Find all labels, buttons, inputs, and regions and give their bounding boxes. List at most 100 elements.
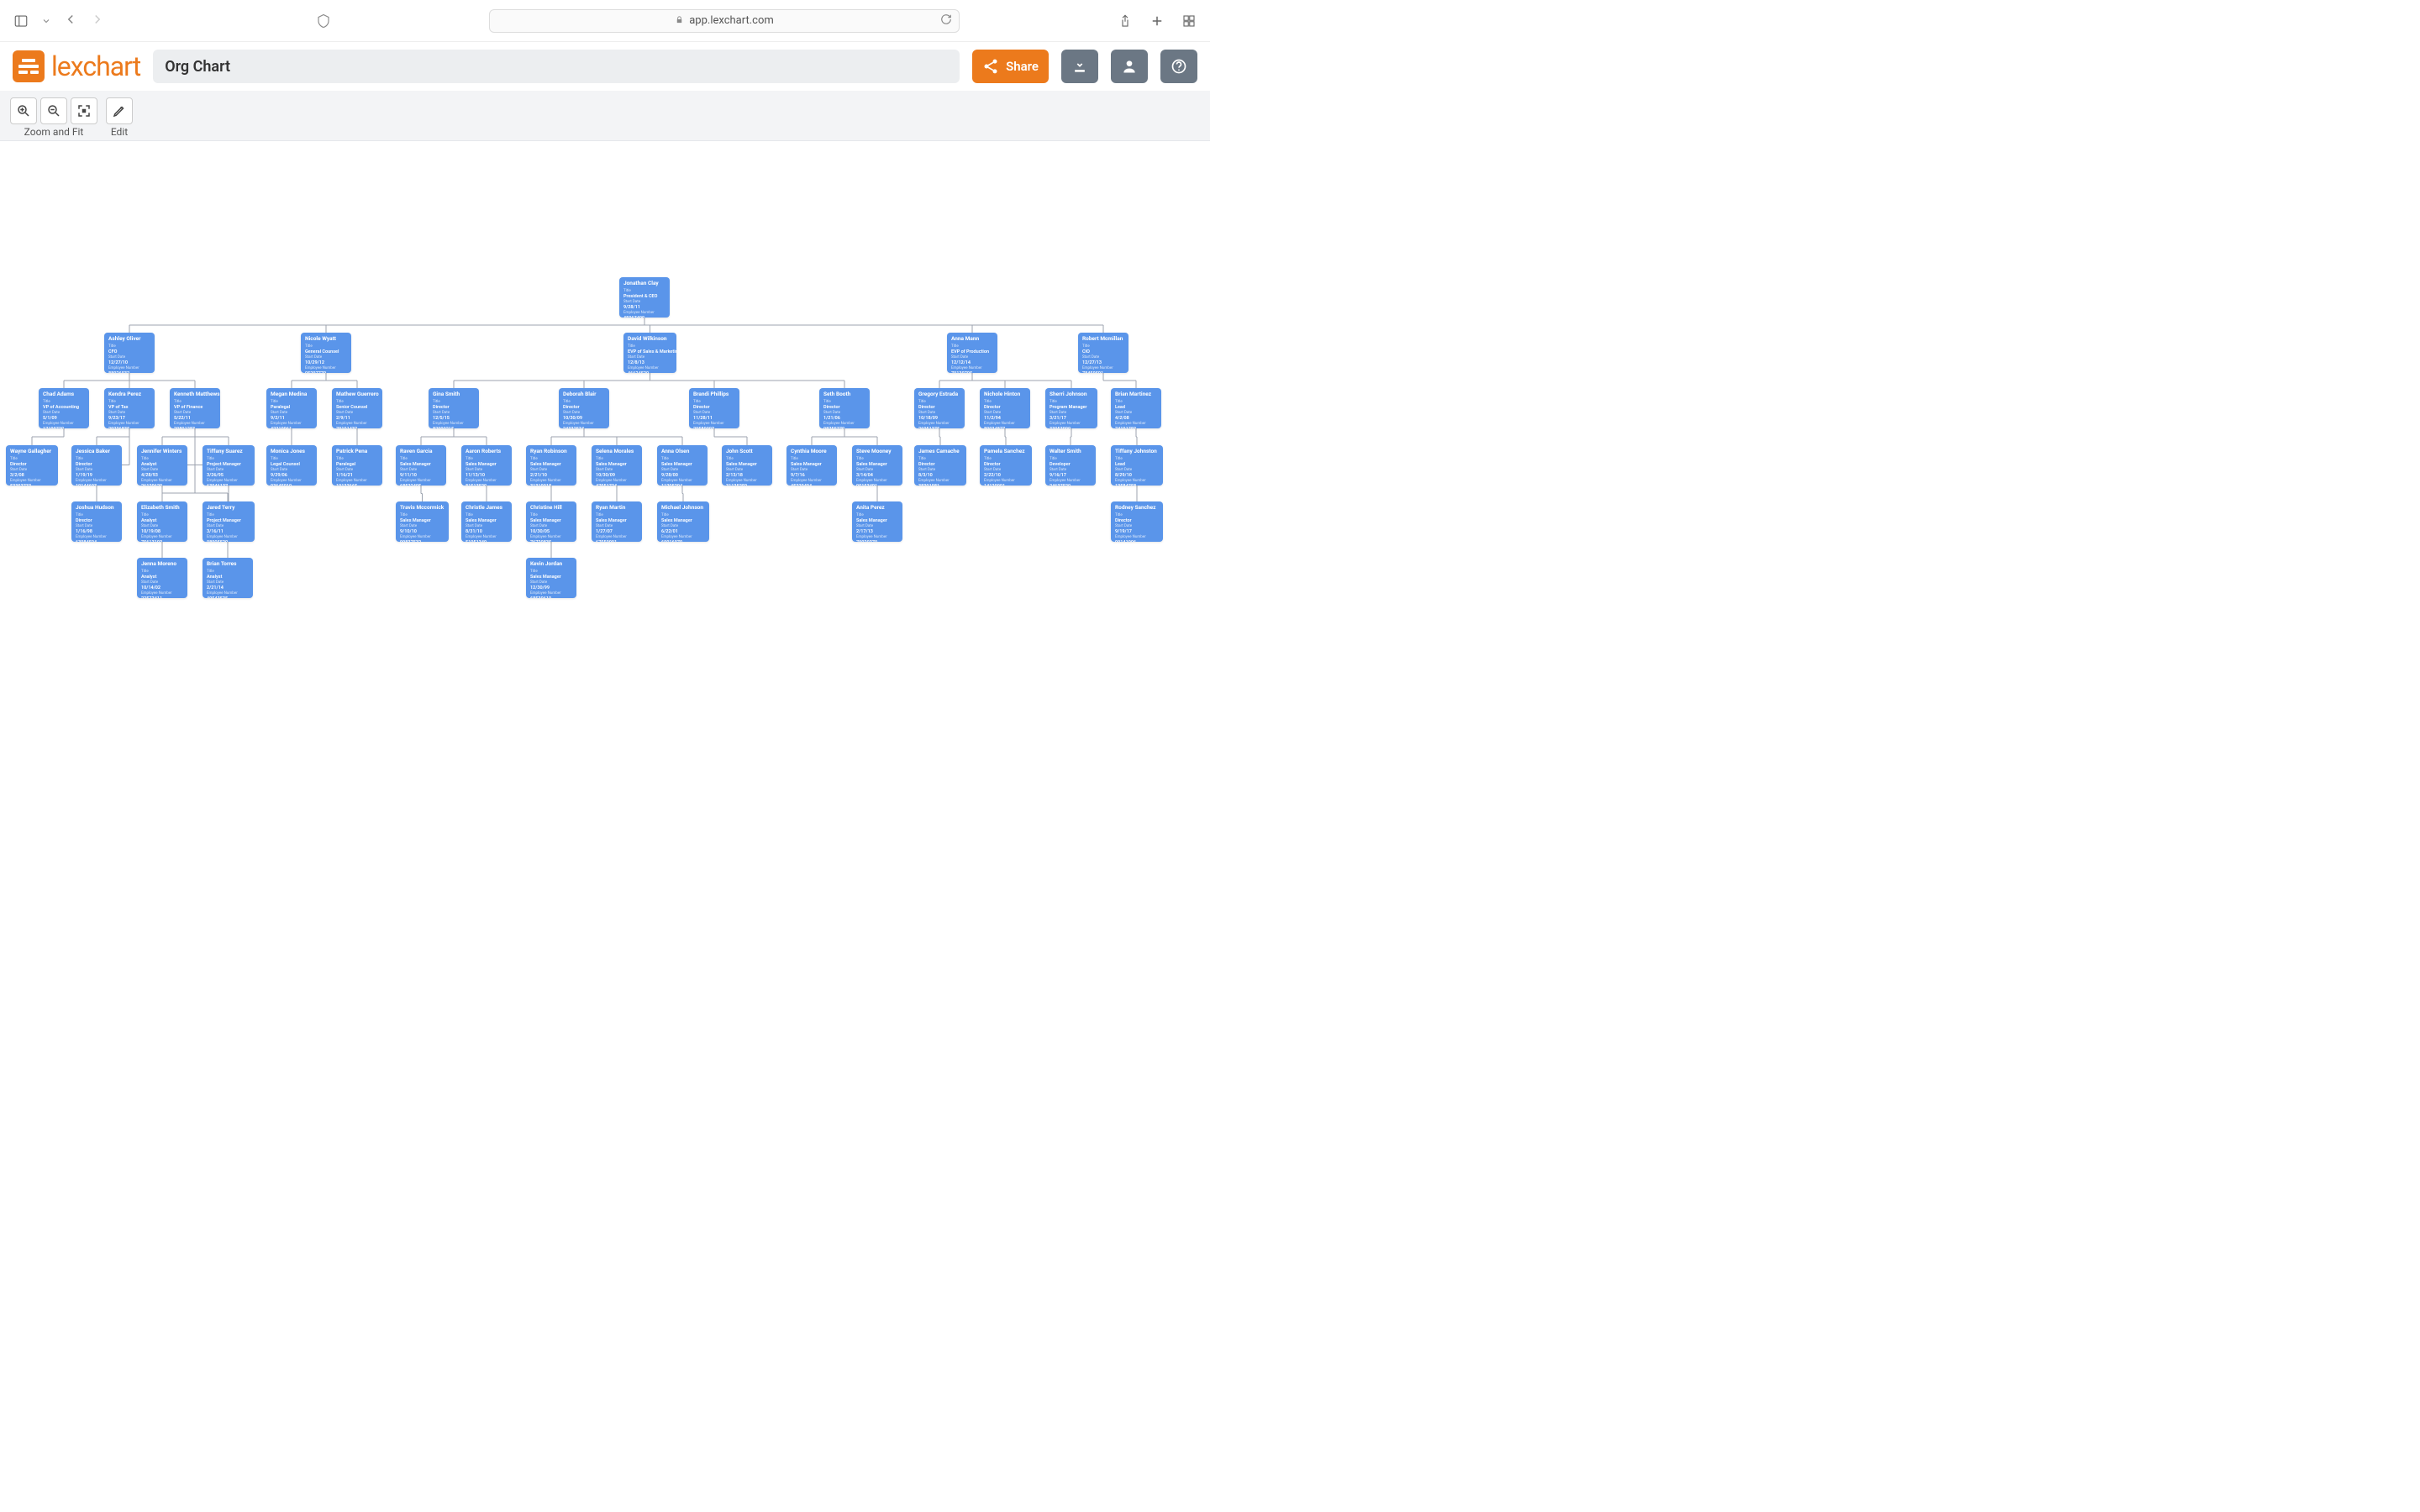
node-start-value: 12/8/13 [628, 360, 672, 365]
org-node[interactable]: Michael JohnsonTitleSales ManagerStart D… [657, 501, 709, 542]
chart-canvas[interactable]: Jonathan ClayTitlePresident & CEOStart D… [0, 141, 1210, 756]
download-button[interactable] [1061, 50, 1098, 83]
node-start-value: 9/2/11 [271, 416, 313, 421]
lock-icon [675, 15, 684, 27]
org-node[interactable]: Deborah BlairTitleDirectorStart Date10/3… [559, 388, 609, 428]
org-node[interactable]: Christle JamesTitleSales ManagerStart Da… [461, 501, 512, 542]
node-title-value: Sales Manager [530, 462, 572, 467]
node-name: Cynthia Moore [791, 449, 833, 454]
org-node[interactable]: Jared TerryTitleProject ManagerStart Dat… [203, 501, 255, 542]
node-emp-value: 67550091 [596, 540, 638, 542]
address-bar[interactable]: app.lexchart.com [489, 9, 960, 33]
org-node[interactable]: Kenneth MatthewsTitleVP of FinanceStart … [170, 388, 220, 428]
app-logo[interactable]: lexchart [13, 50, 140, 82]
node-title-value: CIO [1082, 349, 1124, 354]
org-node[interactable]: Mathew GuerreroTitleSenior CounselStart … [332, 388, 382, 428]
node-start-label: Start Date [984, 468, 1028, 472]
org-node[interactable]: Jennifer WintersTitleAnalystStart Date4/… [137, 445, 187, 486]
org-node[interactable]: Ryan RobinsonTitleSales ManagerStart Dat… [526, 445, 576, 486]
node-name: Wayne Gallagher [10, 449, 54, 454]
node-start-label: Start Date [623, 300, 666, 304]
org-node[interactable]: James CamacheTitleDirectorStart Date8/3/… [914, 445, 966, 486]
org-node[interactable]: Robert McmillanTitleCIOStart Date12/27/1… [1078, 333, 1128, 373]
org-node[interactable]: Nichole HintonTitleDirectorStart Date11/… [980, 388, 1030, 428]
org-node[interactable]: Wayne GallagherTitleDirectorStart Date3/… [6, 445, 58, 486]
zoom-fit-group: Zoom and Fit [10, 97, 97, 138]
node-emp-label: Employee Number [207, 535, 250, 539]
edit-button[interactable] [106, 97, 133, 124]
chart-title-text: Org Chart [165, 58, 230, 76]
org-node[interactable]: Cynthia MooreTitleSales ManagerStart Dat… [786, 445, 837, 486]
org-node[interactable]: Walter SmithTitleDeveloperStart Date9/16… [1045, 445, 1096, 486]
zoom-out-button[interactable] [40, 97, 67, 124]
org-node[interactable]: Megan MedinaTitleParalegalStart Date9/2/… [266, 388, 317, 428]
zoom-in-button[interactable] [10, 97, 37, 124]
org-node[interactable]: Gregory EstradaTitleDirectorStart Date10… [914, 388, 965, 428]
node-emp-value: 45229494 [791, 484, 833, 486]
node-start-label: Start Date [271, 468, 313, 472]
org-node[interactable]: Pamela SanchezTitleDirectorStart Date2/2… [980, 445, 1032, 486]
org-node[interactable]: Kevin JordanTitleSales ManagerStart Date… [526, 558, 576, 598]
new-tab-icon[interactable] [1149, 13, 1165, 29]
share-button[interactable]: Share [972, 50, 1049, 83]
org-node[interactable]: Nicole WyattTitleGeneral CounselStart Da… [301, 333, 351, 373]
org-node[interactable]: Raven GarciaTitleSales ManagerStart Date… [396, 445, 446, 486]
org-node[interactable]: Seth BoothTitleDirectorStart Date1/21/06… [819, 388, 870, 428]
org-node[interactable]: Chad AdamsTitleVP of AccountingStart Dat… [39, 388, 89, 428]
org-node[interactable]: Rodney SanchezTitleDirectorStart Date9/1… [1111, 501, 1163, 542]
org-node[interactable]: Jessica BakerTitleDirectorStart Date1/19… [71, 445, 122, 486]
chart-title-input[interactable]: Org Chart [153, 50, 960, 83]
org-node[interactable]: John ScottTitleSales ManagerStart Date2/… [722, 445, 772, 486]
node-start-label: Start Date [1115, 411, 1157, 415]
tabs-grid-icon[interactable] [1181, 13, 1197, 29]
org-node[interactable]: Christine HillTitleSales ManagerStart Da… [526, 501, 576, 542]
org-node[interactable]: Tiffany JohnstonTitleLeadStart Date8/29/… [1111, 445, 1163, 486]
org-node[interactable]: Elizabeth SmithTitleAnalystStart Date10/… [137, 501, 187, 542]
node-start-label: Start Date [726, 468, 768, 472]
org-node[interactable]: Monica JonesTitleLegal CounselStart Date… [266, 445, 317, 486]
org-node[interactable]: Jenna MorenoTitleAnalystStart Date10/14/… [137, 558, 187, 598]
node-emp-value: 08905520 [207, 540, 250, 542]
org-node[interactable]: Brian TorresTitleAnalystStart Date2/21/1… [203, 558, 253, 598]
org-node[interactable]: Gina SmithTitleDirectorStart Date12/5/15… [429, 388, 479, 428]
node-name: Steve Mooney [856, 449, 898, 454]
org-node[interactable]: Anita PerezTitleSales ManagerStart Date2… [852, 501, 902, 542]
org-node[interactable]: Tiffany SuarezTitleProject ManagerStart … [203, 445, 255, 486]
org-node[interactable]: Selena MoralesTitleSales ManagerStart Da… [592, 445, 642, 486]
help-button[interactable] [1160, 50, 1197, 83]
org-node[interactable]: Jonathan ClayTitlePresident & CEOStart D… [619, 277, 670, 318]
node-title-label: Title [823, 400, 865, 404]
org-node[interactable]: Joshua HudsonTitleDirectorStart Date1/16… [71, 501, 122, 542]
fit-button[interactable] [71, 97, 97, 124]
node-emp-label: Employee Number [271, 479, 313, 483]
sidebar-toggle-icon[interactable] [13, 13, 29, 29]
org-node[interactable]: Brandi PhillipsTitleDirectorStart Date11… [689, 388, 739, 428]
node-name: Tiffany Johnston [1115, 449, 1159, 454]
org-node[interactable]: Ashley OliverTitleCFOStart Date12/27/10E… [104, 333, 155, 373]
org-node[interactable]: Anna MannTitleEVP of ProductionStart Dat… [947, 333, 997, 373]
org-node[interactable]: Travis MccormickTitleSales ManagerStart … [396, 501, 449, 542]
node-start-value: 1/21/06 [823, 416, 865, 421]
org-node[interactable]: Steve MooneyTitleSales ManagerStart Date… [852, 445, 902, 486]
chevron-down-icon[interactable] [41, 13, 51, 29]
back-button[interactable] [63, 11, 78, 31]
refresh-icon[interactable] [940, 13, 952, 29]
org-node[interactable]: Aaron RobertsTitleSales ManagerStart Dat… [461, 445, 512, 486]
org-node[interactable]: David WilkinsonTitleEVP of Sales & Marke… [623, 333, 676, 373]
org-node[interactable]: Patrick PenaTitleParalegalStart Date1/16… [332, 445, 382, 486]
node-title-value: Director [563, 405, 605, 410]
shield-icon[interactable] [315, 13, 332, 29]
org-node[interactable]: Sherri JohnsonTitleProgram ManagerStart … [1045, 388, 1097, 428]
node-start-value: 10/30/09 [563, 416, 605, 421]
org-node[interactable]: Anna OlsenTitleSales ManagerStart Date9/… [657, 445, 708, 486]
node-emp-label: Employee Number [791, 479, 833, 483]
account-button[interactable] [1111, 50, 1148, 83]
node-name: Travis Mccormick [400, 505, 445, 511]
node-title-label: Title [856, 513, 898, 517]
share-icon[interactable] [1117, 13, 1134, 29]
org-node[interactable]: Brian MartinezTitleLeadStart Date4/2/08E… [1111, 388, 1161, 428]
node-start-value: 2/22/10 [984, 473, 1028, 478]
org-node[interactable]: Ryan MartinTitleSales ManagerStart Date1… [592, 501, 642, 542]
node-emp-value: 51051349 [466, 540, 508, 542]
org-node[interactable]: Kendra PerezTitleVP of TaxStart Date9/23… [104, 388, 155, 428]
